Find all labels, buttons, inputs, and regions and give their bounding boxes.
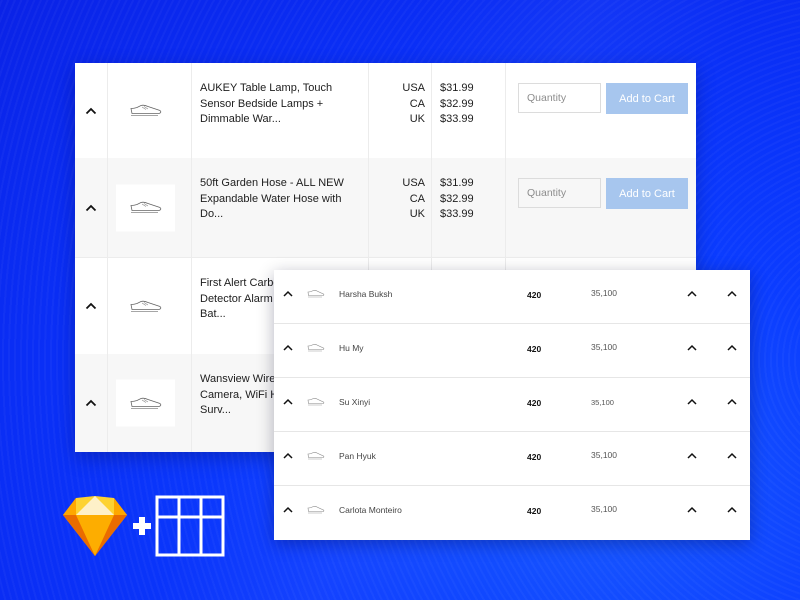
chevron-up-icon xyxy=(85,399,97,407)
people-table-card: Harsha Buksh 420 35,100 Hu My 420 35,100… xyxy=(274,270,750,540)
amount-value: 35,100 xyxy=(591,450,617,460)
chevron-up-icon[interactable] xyxy=(283,290,293,297)
quantity-input[interactable] xyxy=(518,83,601,113)
actions-cell: Add to Cart xyxy=(506,158,696,257)
expand-toggle[interactable] xyxy=(75,354,108,452)
count-value: 420 xyxy=(527,290,542,300)
list-item: Pan Hyuk 420 35,100 xyxy=(274,432,750,486)
country-list: USA CA UK xyxy=(369,158,432,257)
list-item: Carlota Monteiro 420 35,100 xyxy=(274,486,750,540)
count-value: 420 xyxy=(527,452,542,462)
person-name: Hu My xyxy=(339,343,364,353)
sneaker-icon xyxy=(307,398,325,406)
amount-value: 35,100 xyxy=(591,504,617,514)
person-name: Carlota Monteiro xyxy=(339,505,402,515)
product-title: AUKEY Table Lamp, Touch Sensor Bedside L… xyxy=(192,63,369,158)
person-name: Su Xinyi xyxy=(339,397,371,407)
product-image xyxy=(116,184,175,231)
table-row: 50ft Garden Hose - ALL NEW Expandable Wa… xyxy=(75,158,696,257)
expand-toggle[interactable] xyxy=(75,158,108,257)
chevron-up-icon[interactable] xyxy=(283,344,293,351)
sneaker-icon xyxy=(130,104,161,116)
count-value: 420 xyxy=(527,344,542,354)
person-name: Harsha Buksh xyxy=(339,289,393,299)
table-grid-icon xyxy=(155,495,225,557)
logo-lockup xyxy=(62,495,225,557)
sneaker-icon xyxy=(307,452,325,460)
chevron-up-icon[interactable] xyxy=(727,290,737,297)
price-list: $31.99 $32.99 $33.99 xyxy=(432,63,506,158)
sneaker-icon xyxy=(130,300,161,312)
sneaker-icon xyxy=(307,506,325,514)
product-image xyxy=(116,379,175,427)
sketch-diamond-logo xyxy=(63,496,127,556)
product-title: 50ft Garden Hose - ALL NEW Expandable Wa… xyxy=(192,158,369,257)
sneaker-icon xyxy=(307,344,325,352)
chevron-up-icon[interactable] xyxy=(687,506,697,513)
chevron-up-icon[interactable] xyxy=(687,344,697,351)
country-list: USA CA UK xyxy=(369,63,432,158)
chevron-up-icon xyxy=(85,204,97,211)
amount-value: 35,100 xyxy=(591,342,617,352)
sneaker-icon xyxy=(130,397,161,409)
chevron-up-icon[interactable] xyxy=(687,398,697,405)
chevron-up-icon xyxy=(85,302,97,310)
chevron-up-icon[interactable] xyxy=(283,506,293,513)
actions-cell: Add to Cart xyxy=(506,63,696,158)
list-item: Hu My 420 35,100 xyxy=(274,324,750,378)
amount-value: 35,100 xyxy=(591,398,614,407)
price-list: $31.99 $32.99 $33.99 xyxy=(432,158,506,257)
list-item: Harsha Buksh 420 35,100 xyxy=(274,270,750,324)
chevron-up-icon[interactable] xyxy=(283,398,293,405)
person-name: Pan Hyuk xyxy=(339,451,376,461)
chevron-up-icon[interactable] xyxy=(687,452,697,459)
count-value: 420 xyxy=(527,506,542,516)
chevron-up-icon[interactable] xyxy=(727,452,737,459)
product-image xyxy=(116,87,175,134)
plus-icon xyxy=(133,517,151,535)
chevron-up-icon[interactable] xyxy=(283,452,293,459)
expand-toggle[interactable] xyxy=(75,63,108,158)
amount-value: 35,100 xyxy=(591,288,617,298)
chevron-up-icon xyxy=(85,107,97,114)
chevron-up-icon[interactable] xyxy=(727,398,737,405)
chevron-up-icon[interactable] xyxy=(687,290,697,297)
product-image-cell xyxy=(108,258,192,354)
list-item: Su Xinyi 420 35,100 xyxy=(274,378,750,432)
chevron-up-icon[interactable] xyxy=(727,506,737,513)
product-image-cell xyxy=(108,158,192,257)
chevron-up-icon[interactable] xyxy=(727,344,737,351)
product-image-cell xyxy=(108,354,192,452)
sneaker-icon xyxy=(130,201,161,213)
count-value: 420 xyxy=(527,398,542,408)
add-to-cart-button[interactable]: Add to Cart xyxy=(606,178,688,209)
quantity-input[interactable] xyxy=(518,178,601,208)
product-image xyxy=(116,283,175,330)
sneaker-icon xyxy=(307,290,325,298)
expand-toggle[interactable] xyxy=(75,258,108,354)
table-row: AUKEY Table Lamp, Touch Sensor Bedside L… xyxy=(75,63,696,158)
product-image-cell xyxy=(108,63,192,158)
add-to-cart-button[interactable]: Add to Cart xyxy=(606,83,688,114)
